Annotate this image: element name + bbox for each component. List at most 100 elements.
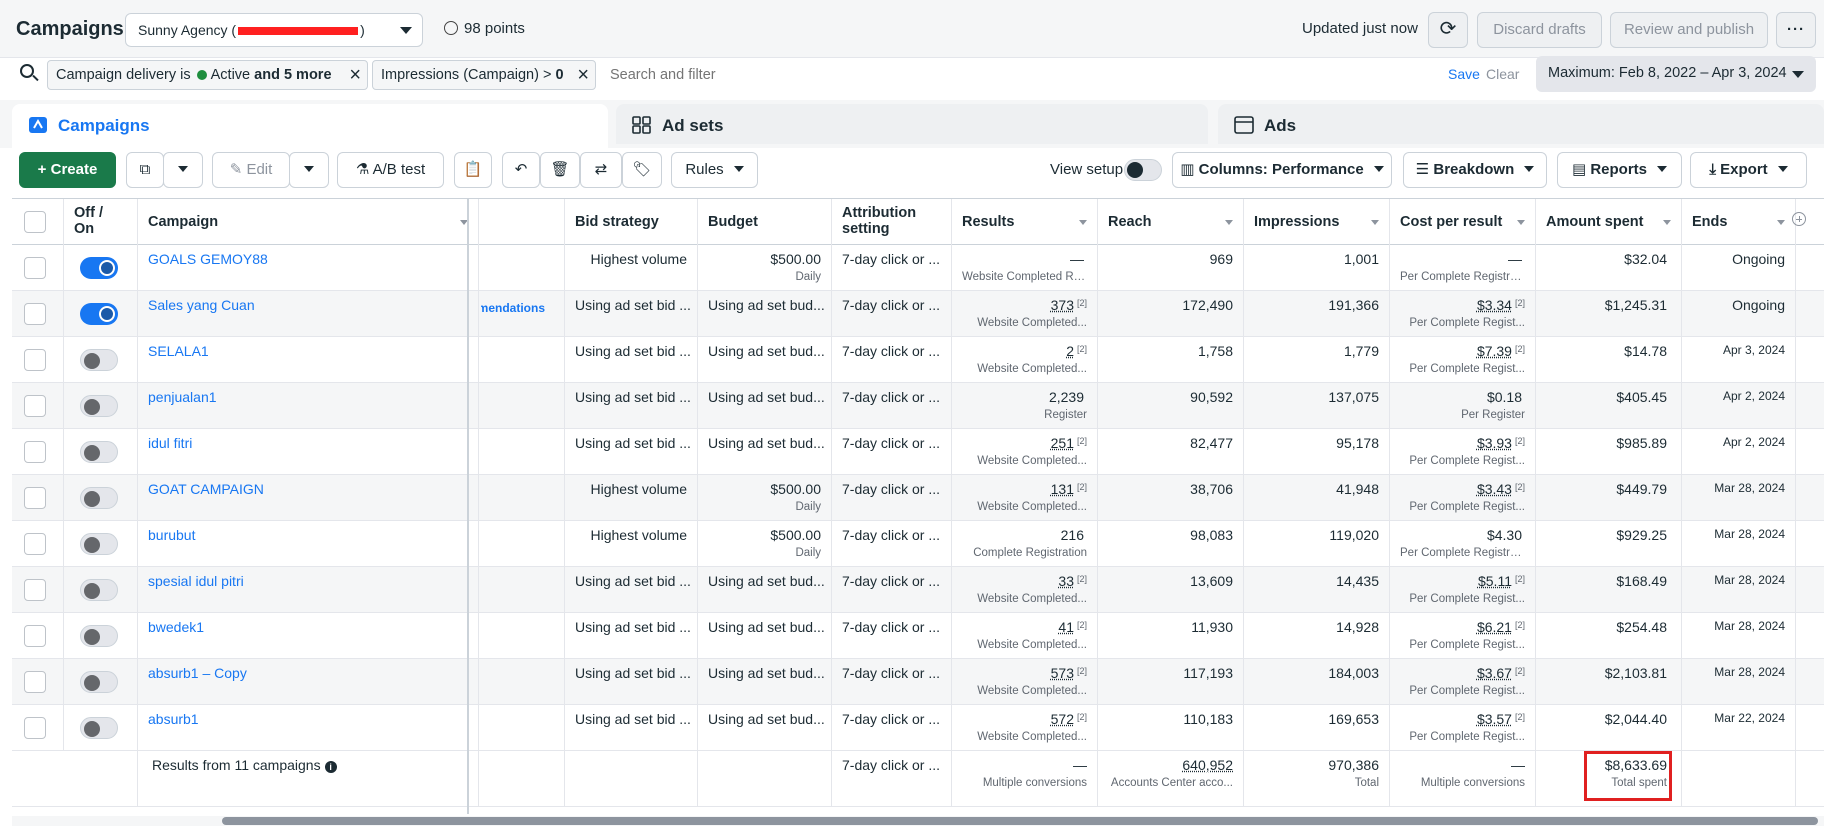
campaign-on-off-toggle[interactable]: [80, 625, 118, 647]
column-header-ends[interactable]: Ends: [1682, 199, 1796, 245]
duplicate-dropdown-button[interactable]: [163, 152, 203, 188]
table-row[interactable]: SELALA1 Using ad set bid ... Using ad set …: [12, 337, 1824, 383]
campaign-name[interactable]: SELALA1: [138, 337, 479, 383]
select-all-checkbox[interactable]: [24, 211, 46, 233]
tab-ad-sets[interactable]: Ad sets: [616, 104, 1208, 144]
scrollbar-thumb[interactable]: [222, 817, 1818, 825]
ab-test-button[interactable]: ⚗ A/B test: [337, 152, 444, 188]
edit-button[interactable]: ✎ Edit: [212, 152, 290, 188]
create-button[interactable]: + Create: [19, 152, 116, 188]
delete-button[interactable]: 🗑: [540, 152, 580, 188]
column-header-results[interactable]: Results: [952, 199, 1098, 245]
row-checkbox[interactable]: [24, 441, 46, 463]
column-header-bid-strategy[interactable]: Bid strategy: [565, 199, 698, 245]
row-checkbox[interactable]: [24, 395, 46, 417]
preview-button[interactable]: ⇄: [580, 152, 622, 188]
filter-chip-campaign-delivery[interactable]: Campaign delivery is Active and 5 more ×: [47, 60, 368, 90]
column-header-reach[interactable]: Reach: [1098, 199, 1244, 245]
column-header-impressions[interactable]: Impressions: [1244, 199, 1390, 245]
export-button[interactable]: ⤓ Export: [1690, 152, 1807, 188]
tab-ads[interactable]: Ads: [1218, 104, 1824, 144]
row-checkbox[interactable]: [24, 349, 46, 371]
campaign-on-off-toggle[interactable]: [80, 441, 118, 463]
campaign-name[interactable]: burubut: [138, 521, 479, 567]
campaign-on-off-toggle[interactable]: [80, 487, 118, 509]
info-icon[interactable]: i: [324, 761, 337, 773]
tab-campaigns[interactable]: Campaigns: [12, 104, 608, 148]
campaign-name[interactable]: absurb1: [138, 705, 479, 751]
account-selector[interactable]: Sunny Agency (): [125, 13, 423, 47]
campaign-on-off-toggle[interactable]: [80, 303, 118, 325]
discard-drafts-button[interactable]: Discard drafts: [1477, 12, 1602, 48]
row-checkbox[interactable]: [24, 487, 46, 509]
table-row[interactable]: absurb1 – Copy Using ad set bid ... Using …: [12, 659, 1824, 705]
table-row[interactable]: penjualan1 Using ad set bid ... Using ad s…: [12, 383, 1824, 429]
row-checkbox[interactable]: [24, 625, 46, 647]
more-options-button[interactable]: ···: [1776, 12, 1816, 48]
row-checkbox[interactable]: [24, 533, 46, 555]
campaign-on-off-toggle[interactable]: [80, 349, 118, 371]
review-and-publish-button[interactable]: Review and publish: [1610, 12, 1768, 48]
budget-cell[interactable]: Using ad set bud...: [698, 613, 832, 659]
reports-button[interactable]: ▤ Reports: [1557, 152, 1682, 188]
columns-button[interactable]: ▥ Columns: Performance: [1172, 152, 1392, 188]
duplicate-button[interactable]: ⧉: [126, 152, 164, 188]
clipboard-button[interactable]: 📋: [454, 152, 492, 188]
row-checkbox[interactable]: [24, 717, 46, 739]
campaign-name[interactable]: absurb1 – Copy: [138, 659, 479, 705]
campaign-name[interactable]: spesial idul pitri: [138, 567, 479, 613]
row-checkbox[interactable]: [24, 257, 46, 279]
budget-cell[interactable]: Using ad set bud...: [698, 291, 832, 337]
campaign-on-off-toggle[interactable]: [80, 717, 118, 739]
table-row[interactable]: GOAT CAMPAIGN Highest volume $500.00 Daily 7…: [12, 475, 1824, 521]
campaign-on-off-toggle[interactable]: [80, 257, 118, 279]
refresh-button[interactable]: ⟳: [1428, 12, 1468, 48]
column-header-budget[interactable]: Budget: [698, 199, 832, 245]
undo-button[interactable]: ↶: [502, 152, 540, 188]
column-header-campaign[interactable]: Campaign: [138, 199, 479, 245]
clear-filter-link[interactable]: Clear: [1486, 66, 1519, 82]
recommendations-link[interactable]: mmendations: [481, 301, 545, 315]
table-row[interactable]: bwedek1 Using ad set bid ... Using ad set …: [12, 613, 1824, 659]
save-filter-link[interactable]: Save: [1448, 66, 1480, 82]
column-header-off-on[interactable]: Off / On: [64, 199, 138, 245]
campaign-name[interactable]: penjualan1: [138, 383, 479, 429]
campaign-name[interactable]: GOALS GEMOY88: [138, 245, 479, 291]
budget-cell[interactable]: Using ad set bud...: [698, 383, 832, 429]
budget-cell[interactable]: Using ad set bud...: [698, 659, 832, 705]
campaign-on-off-toggle[interactable]: [80, 533, 118, 555]
close-icon[interactable]: ×: [349, 64, 361, 87]
table-row[interactable]: burubut Highest volume $500.00 Daily 7-day c…: [12, 521, 1824, 567]
row-checkbox[interactable]: [24, 303, 46, 325]
budget-cell[interactable]: Using ad set bud...: [698, 567, 832, 613]
budget-cell[interactable]: $500.00 Daily: [698, 521, 832, 567]
budget-cell[interactable]: Using ad set bud...: [698, 705, 832, 751]
close-icon[interactable]: ×: [577, 64, 589, 87]
campaign-name[interactable]: Sales yang Cuan: [138, 291, 479, 337]
rules-button[interactable]: Rules: [671, 152, 758, 188]
campaign-name[interactable]: idul fitri: [138, 429, 479, 475]
tag-button[interactable]: 🏷: [622, 152, 662, 188]
points-indicator[interactable]: 98 points: [444, 20, 525, 37]
row-checkbox[interactable]: [24, 671, 46, 693]
campaign-on-off-toggle[interactable]: [80, 671, 118, 693]
edit-dropdown-button[interactable]: [289, 152, 329, 188]
search-input[interactable]: [610, 64, 1210, 86]
column-header-amount-spent[interactable]: Amount spent: [1536, 199, 1682, 245]
column-header-cost-per-result[interactable]: Cost per result: [1390, 199, 1536, 245]
breakdown-button[interactable]: ☰ Breakdown: [1403, 152, 1547, 188]
table-row[interactable]: idul fitri Using ad set bid ... Using ad s…: [12, 429, 1824, 475]
budget-cell[interactable]: $500.00 Daily: [698, 245, 832, 291]
campaign-on-off-toggle[interactable]: [80, 395, 118, 417]
budget-cell[interactable]: Using ad set bud...: [698, 429, 832, 475]
budget-cell[interactable]: $500.00 Daily: [698, 475, 832, 521]
view-setup-toggle[interactable]: [1124, 159, 1162, 181]
column-header-attribution[interactable]: Attribution setting: [832, 199, 952, 245]
add-column-icon[interactable]: [1792, 212, 1806, 226]
campaign-name[interactable]: GOAT CAMPAIGN: [138, 475, 479, 521]
campaign-name[interactable]: bwedek1: [138, 613, 479, 659]
budget-cell[interactable]: Using ad set bud...: [698, 337, 832, 383]
table-row[interactable]: GOALS GEMOY88 Highest volume $500.00 Daily 7…: [12, 245, 1824, 291]
table-row[interactable]: absurb1 Using ad set bid ... Using ad set …: [12, 705, 1824, 751]
date-range-picker[interactable]: Maximum: Feb 8, 2022 – Apr 3, 2024: [1536, 56, 1816, 92]
